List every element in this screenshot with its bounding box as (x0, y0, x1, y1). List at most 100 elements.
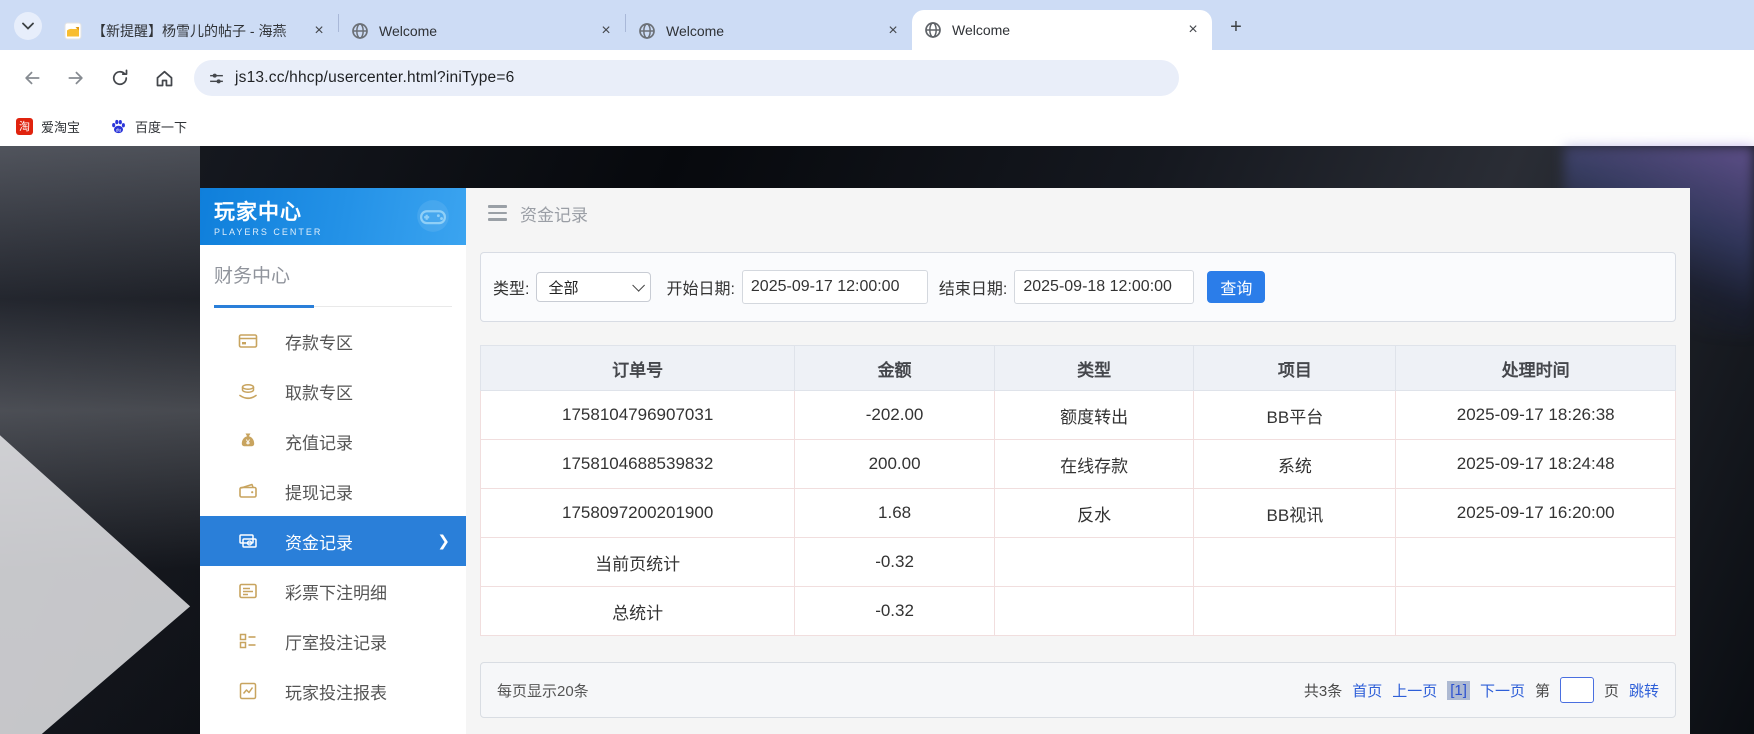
players-center-sidebar: 玩家中心 PLAYERS CENTER 财务中心 存款专区 取款专区 ¥ 充值记… (200, 188, 466, 734)
table-row-page-stats: 当前页统计 -0.32 (479, 537, 1676, 587)
cell-project: BB平台 (1193, 390, 1397, 440)
menu-label: 厅室投注记录 (285, 633, 387, 653)
bookmark-aitaobao[interactable]: 淘 爱淘宝 (16, 117, 80, 136)
table-row-total-stats: 总统计 -0.32 (479, 586, 1676, 636)
funds-table: 订单号 金额 类型 项目 处理时间 1758104796907031 -202.… (479, 345, 1676, 636)
menu-label: 彩票下注明细 (285, 583, 387, 603)
sidebar-item-funds-records[interactable]: 资金记录 ❯ (200, 516, 466, 566)
note-icon (64, 22, 82, 40)
svg-text:du: du (116, 127, 122, 133)
cell-empty (993, 586, 1195, 636)
column-header-amount: 金额 (794, 345, 995, 391)
browser-toolbar: js13.cc/hhcp/usercenter.html?iniType=6 (0, 50, 1754, 106)
start-date-input[interactable] (741, 270, 928, 304)
column-header-order-id: 订单号 (479, 345, 796, 391)
bookmark-baidu[interactable]: du 百度一下 (110, 117, 187, 136)
next-page-link[interactable]: 下一页 (1480, 680, 1525, 701)
page-title: 资金记录 (520, 205, 588, 225)
menu-label: 资金记录 (285, 533, 353, 553)
close-icon[interactable]: × (310, 22, 328, 40)
cell-amount: 1.68 (794, 488, 995, 538)
cell-order-id: 1758104688539832 (479, 439, 796, 489)
tab-welcome-1[interactable]: Welcome × (339, 12, 625, 50)
total-count-text: 共3条 (1303, 682, 1343, 700)
withdraw-hand-icon (239, 384, 257, 400)
globe-icon (352, 23, 368, 39)
sidebar-item-player-bet-report[interactable]: 玩家投注报表 (200, 666, 466, 716)
section-title: 财务中心 (214, 266, 291, 287)
sidebar-item-withdraw-records[interactable]: 提现记录 (200, 466, 466, 516)
filter-bar: 类型: 全部 开始日期: 结束日期: 查询 (480, 252, 1676, 322)
cell-type: 反水 (993, 488, 1195, 538)
content-header: 资金记录 (466, 188, 1690, 238)
end-date-label: 结束日期: (938, 281, 1008, 298)
column-header-project: 项目 (1193, 345, 1397, 391)
table-row: 1758097200201900 1.68 反水 BB视讯 2025-09-17… (479, 488, 1676, 538)
tab-forum-post[interactable]: 【新提醒】杨雪儿的帖子 - 海燕 × (52, 12, 338, 50)
back-arrow-icon (25, 71, 40, 85)
forward-button[interactable] (54, 58, 98, 98)
site-settings-icon (210, 73, 223, 83)
url-text: js13.cc/hhcp/usercenter.html?iniType=6 (235, 69, 515, 86)
home-icon (156, 70, 172, 86)
browser-window: 【新提醒】杨雪儿的帖子 - 海燕 × Welcome × Welcome × W… (0, 0, 1754, 734)
cell-empty (1395, 537, 1676, 587)
chevron-right-icon: ❯ (437, 533, 450, 550)
cell-amount: -0.32 (794, 537, 995, 587)
sidebar-item-withdraw-zone[interactable]: 取款专区 (200, 366, 466, 416)
cell-amount: -0.32 (794, 586, 995, 636)
end-date-input[interactable] (1014, 270, 1195, 304)
cell-process-time: 2025-09-17 16:20:00 (1395, 488, 1676, 538)
tab-title: Welcome (952, 22, 1011, 38)
tab-title: Welcome (379, 23, 438, 39)
type-select-value: 全部 (548, 279, 579, 297)
cell-empty (1193, 586, 1397, 636)
cell-stats-label: 总统计 (479, 586, 796, 636)
hamburger-icon[interactable] (488, 205, 507, 221)
new-tab-button[interactable]: + (1222, 13, 1250, 41)
menu-label: 取款专区 (285, 383, 353, 403)
reload-button[interactable] (98, 58, 142, 98)
cell-amount: 200.00 (794, 439, 995, 489)
cell-stats-label: 当前页统计 (479, 537, 796, 587)
jump-suffix-text: 页 (1603, 682, 1619, 700)
globe-icon (925, 22, 941, 38)
pagination-bar: 每页显示20条 共3条 首页 上一页 [1] 下一页 第 页 跳转 (480, 662, 1676, 718)
menu-label: 提现记录 (285, 483, 353, 503)
cell-process-time: 2025-09-17 18:24:48 (1395, 439, 1676, 489)
close-icon[interactable]: × (597, 22, 615, 40)
back-button[interactable] (10, 58, 54, 98)
tab-search-button[interactable] (14, 12, 42, 40)
home-button[interactable] (142, 58, 186, 98)
bookmarks-bar: 淘 爱淘宝 du 百度一下 (0, 106, 1754, 146)
menu-label: 充值记录 (285, 433, 353, 453)
sidebar-item-deposit-zone[interactable]: 存款专区 (200, 316, 466, 366)
cell-empty (993, 537, 1195, 587)
cell-empty (1193, 537, 1397, 587)
cell-order-id: 1758097200201900 (479, 488, 796, 538)
taobao-icon: 淘 (16, 117, 33, 135)
sidebar-item-recharge-records[interactable]: ¥ 充值记录 (200, 416, 466, 466)
sidebar-menu: 存款专区 取款专区 ¥ 充值记录 提现记录 资金记录 ❯ 彩票下注明细 厅室投注… (200, 316, 466, 716)
address-bar[interactable]: js13.cc/hhcp/usercenter.html?iniType=6 (194, 60, 1179, 96)
tab-welcome-active[interactable]: Welcome × (912, 10, 1212, 50)
close-icon[interactable]: × (884, 22, 902, 40)
hall-list-icon (239, 633, 256, 649)
tab-welcome-2[interactable]: Welcome × (626, 12, 912, 50)
sidebar-item-lottery-bet-details[interactable]: 彩票下注明细 (200, 566, 466, 616)
close-icon[interactable]: × (1184, 21, 1202, 39)
column-header-process-time: 处理时间 (1395, 345, 1676, 391)
first-page-link[interactable]: 首页 (1352, 680, 1382, 701)
report-chart-icon (239, 682, 257, 700)
menu-label: 玩家投注报表 (285, 683, 387, 703)
query-button[interactable]: 查询 (1207, 271, 1266, 303)
tab-title: Welcome (666, 23, 725, 39)
main-content: 资金记录 类型: 全部 开始日期: 结束日期: 查询 (466, 188, 1690, 734)
funds-notes-icon (239, 534, 257, 548)
sidebar-item-hall-bet-records[interactable]: 厅室投注记录 (200, 616, 466, 666)
menu-label: 存款专区 (285, 333, 353, 353)
jump-page-input[interactable] (1559, 677, 1594, 703)
prev-page-link[interactable]: 上一页 (1392, 680, 1437, 701)
jump-link[interactable]: 跳转 (1629, 680, 1659, 701)
type-select[interactable]: 全部 (536, 272, 652, 302)
